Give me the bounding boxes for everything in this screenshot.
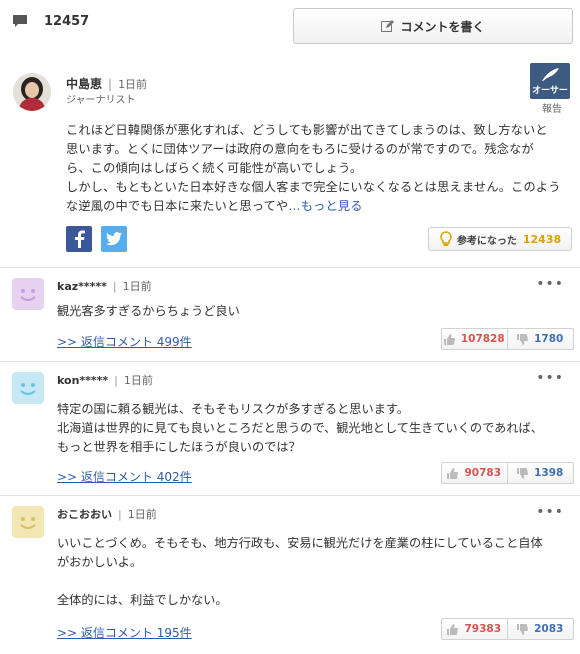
comment-count: 12457	[44, 14, 90, 29]
body-line: これほど日韓関係が悪化すれば、どうしても影響が出てきてしまうのは、致し方ないと	[66, 123, 548, 137]
body-line	[57, 572, 567, 591]
helpful-button[interactable]: 参考になった 12438	[428, 227, 572, 251]
user-avatar	[12, 372, 44, 404]
thumbs-up-icon	[447, 623, 459, 635]
user-avatar	[12, 506, 44, 538]
dislike-count: 1780	[534, 333, 564, 345]
facebook-icon	[75, 230, 85, 248]
like-button[interactable]: 107828	[442, 329, 508, 349]
dislike-button[interactable]: 1780	[508, 329, 574, 349]
comment-time: 1日前	[127, 508, 157, 521]
comment-time: 1日前	[118, 78, 148, 91]
body-line: な逆風の中でも日本に来たいと思ってや	[66, 199, 289, 213]
like-button[interactable]: 79383	[442, 619, 508, 639]
vote-buttons: 79383 2083	[441, 618, 574, 640]
author-role: ジャーナリスト	[66, 95, 136, 106]
pencil-icon	[381, 19, 395, 32]
vote-buttons: 90783 1398	[441, 462, 574, 484]
user-avatar	[12, 278, 44, 310]
thumbs-up-icon	[443, 333, 455, 345]
author-name[interactable]: 中島恵	[66, 77, 102, 91]
smiley-face-icon	[20, 383, 36, 395]
comment-item: おこおおい | 1日前 ••• いいことづくめ。そもそも、地方行政も、安易に観光だけ…	[0, 496, 580, 654]
like-count: 90783	[464, 467, 502, 479]
dislike-button[interactable]: 1398	[508, 463, 574, 483]
separator: |	[108, 77, 113, 91]
like-button[interactable]: 90783	[442, 463, 508, 483]
user-name[interactable]: おこおおい	[57, 508, 112, 521]
body-line: いいことづくめ。そもそも、地方行政も、安易に観光だけを産業の柱にしていること自体	[57, 536, 543, 550]
author-name-line: 中島恵 | 1日前	[66, 75, 147, 92]
reply-link[interactable]: >> 返信コメント 402件	[57, 468, 192, 485]
comment-user-line: kon***** | 1日前	[57, 372, 153, 388]
lightbulb-icon	[440, 231, 452, 246]
like-count: 107828	[460, 333, 505, 345]
reply-link[interactable]: >> 返信コメント 195件	[57, 624, 192, 641]
dislike-count: 1398	[534, 467, 564, 479]
comment-time: 1日前	[122, 280, 152, 293]
write-comment-button[interactable]: コメントを書く	[293, 8, 573, 44]
dislike-count: 2083	[534, 623, 564, 635]
comment-user-line: おこおおい | 1日前	[57, 506, 157, 522]
separator: |	[112, 280, 117, 293]
body-line: がおかしいよ。	[57, 555, 143, 569]
body-line: 全体的には、利益でしかない。	[57, 593, 228, 607]
speech-bubble-icon	[12, 14, 28, 28]
helpful-label: 参考になった	[456, 235, 517, 247]
user-name[interactable]: kon*****	[57, 374, 108, 387]
dislike-button[interactable]: 2083	[508, 619, 574, 639]
body-line: 特定の国に頼る観光は、そもそもリスクが多すぎると思います。	[57, 402, 409, 416]
comment-time: 1日前	[123, 374, 153, 387]
thumbs-down-icon	[517, 467, 529, 479]
author-badge: オーサー	[530, 63, 570, 99]
user-name[interactable]: kaz*****	[57, 280, 107, 293]
body-line: 思います。とくに団体ツアーは政府の意向をもろに受けるのが常ですので。残念なが	[66, 142, 534, 156]
separator: |	[118, 508, 122, 521]
body-line: ら、この傾向はしばらく続く可能性が高いでしょう。	[66, 161, 363, 175]
read-more-link[interactable]: …もっと見る	[288, 199, 362, 213]
reply-link[interactable]: >> 返信コメント 499件	[57, 333, 192, 350]
comment-user-line: kaz***** | 1日前	[57, 278, 152, 294]
thumbs-down-icon	[517, 333, 529, 345]
report-link[interactable]: 報告	[542, 100, 562, 115]
write-comment-label: コメントを書く	[400, 19, 485, 34]
body-line: 観光客多すぎるからちょうど良い	[57, 304, 240, 318]
helpful-count: 12438	[522, 232, 562, 246]
smiley-face-icon	[20, 289, 36, 301]
quill-icon	[542, 68, 559, 81]
comment-body: 観光客多すぎるからちょうど良い	[57, 302, 567, 321]
smiley-face-icon	[20, 517, 36, 529]
comment-header: 12457 コメントを書く	[0, 0, 580, 50]
expert-comment: 中島恵 | 1日前 ジャーナリスト オーサー 報告 これほど日韓関係が悪化すれば、ど…	[0, 60, 580, 268]
comment-body: 特定の国に頼る観光は、そもそもリスクが多すぎると思います。 北海道は世界的に見て…	[57, 400, 567, 457]
author-avatar[interactable]	[13, 73, 51, 111]
facebook-share-button[interactable]	[66, 226, 92, 252]
more-dots-icon[interactable]: •••	[536, 504, 564, 520]
vote-buttons: 107828 1780	[441, 328, 574, 350]
thumbs-up-icon	[447, 467, 459, 479]
separator: |	[114, 374, 118, 387]
body-line: 北海道は世界的に見ても良いところだと思うので、観光地として生きていくのであれば、	[57, 421, 543, 435]
more-dots-icon[interactable]: •••	[536, 276, 564, 292]
comment-body: いいことづくめ。そもそも、地方行政も、安易に観光だけを産業の柱にしていること自体…	[57, 534, 567, 610]
author-badge-label: オーサー	[532, 86, 568, 96]
like-count: 79383	[464, 623, 502, 635]
comment-item: kaz***** | 1日前 ••• 観光客多すぎるからちょうど良い >> 返信コメ…	[0, 268, 580, 362]
thumbs-down-icon	[517, 623, 529, 635]
body-line-last: な逆風の中でも日本に来たいと思ってや…もっと見る	[66, 197, 571, 216]
comment-item: kon***** | 1日前 ••• 特定の国に頼る観光は、そもそもリスクが多すぎる…	[0, 362, 580, 496]
twitter-icon	[106, 232, 122, 246]
body-line: しかし、もともといた日本好きな個人客まで完全にいなくなるとは思えません。このよう	[66, 180, 561, 194]
body-line: もっと世界を相手にしたほうが良いのでは？	[57, 440, 301, 454]
more-dots-icon[interactable]: •••	[536, 370, 564, 386]
twitter-share-button[interactable]	[101, 226, 127, 252]
expert-comment-body: これほど日韓関係が悪化すれば、どうしても影響が出てきてしまうのは、致し方ないと …	[66, 121, 571, 216]
